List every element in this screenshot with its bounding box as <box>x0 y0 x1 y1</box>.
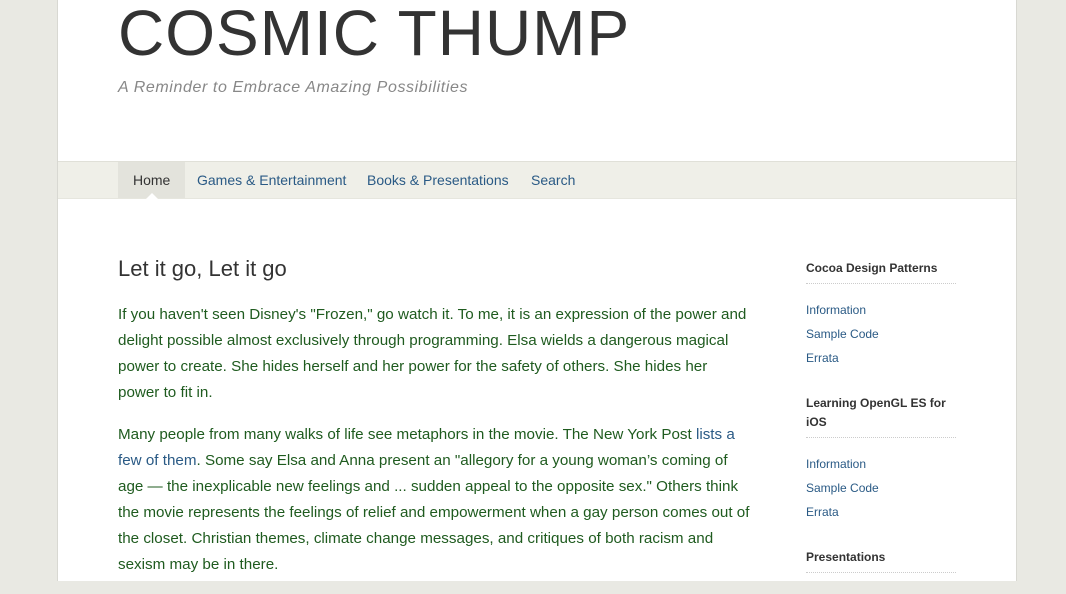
post-paragraph-2-text-end: . Some say Elsa and Anna present an "all… <box>118 452 750 573</box>
main-nav: Home Games & Entertainment Books & Prese… <box>58 161 1016 199</box>
widget-learning-opengl-es: Learning OpenGL ES for iOS Information S… <box>806 394 956 524</box>
widget-presentations: Presentations <box>806 548 956 573</box>
link-sample-code[interactable]: Sample Code <box>806 476 956 500</box>
link-information[interactable]: Information <box>806 298 956 322</box>
widget-link-list: Information Sample Code Errata <box>806 452 956 524</box>
post-paragraph-1: If you haven't seen Disney's "Frozen," g… <box>118 306 747 401</box>
nav-item-search[interactable]: Search <box>516 162 590 198</box>
link-sample-code[interactable]: Sample Code <box>806 322 956 346</box>
widget-cocoa-design-patterns: Cocoa Design Patterns Information Sample… <box>806 259 956 370</box>
nav-item-home[interactable]: Home <box>118 162 186 199</box>
nav-item-books-presentations[interactable]: Books & Presentations <box>352 162 524 198</box>
widget-link-list: Information Sample Code Errata <box>806 298 956 370</box>
page-container: COSMIC THUMP A Reminder to Embrace Amazi… <box>57 0 1017 581</box>
link-errata[interactable]: Errata <box>806 346 956 370</box>
widget-title: Cocoa Design Patterns <box>806 259 956 284</box>
post-paragraph-2-text-start: Many people from many walks of life see … <box>118 426 696 443</box>
link-information[interactable]: Information <box>806 452 956 476</box>
site-title[interactable]: COSMIC THUMP <box>118 0 630 66</box>
link-errata[interactable]: Errata <box>806 500 956 524</box>
post-title[interactable]: Let it go, Let it go <box>118 256 287 282</box>
post-body: If you haven't seen Disney's "Frozen," g… <box>118 302 750 594</box>
site-tagline: A Reminder to Embrace Amazing Possibilit… <box>118 79 469 96</box>
sidebar: Cocoa Design Patterns Information Sample… <box>806 259 956 587</box>
post-paragraph-2: Many people from many walks of life see … <box>118 422 750 578</box>
widget-title: Learning OpenGL ES for iOS <box>806 394 956 438</box>
widget-title: Presentations <box>806 548 956 573</box>
nav-item-games-entertainment[interactable]: Games & Entertainment <box>182 162 361 198</box>
